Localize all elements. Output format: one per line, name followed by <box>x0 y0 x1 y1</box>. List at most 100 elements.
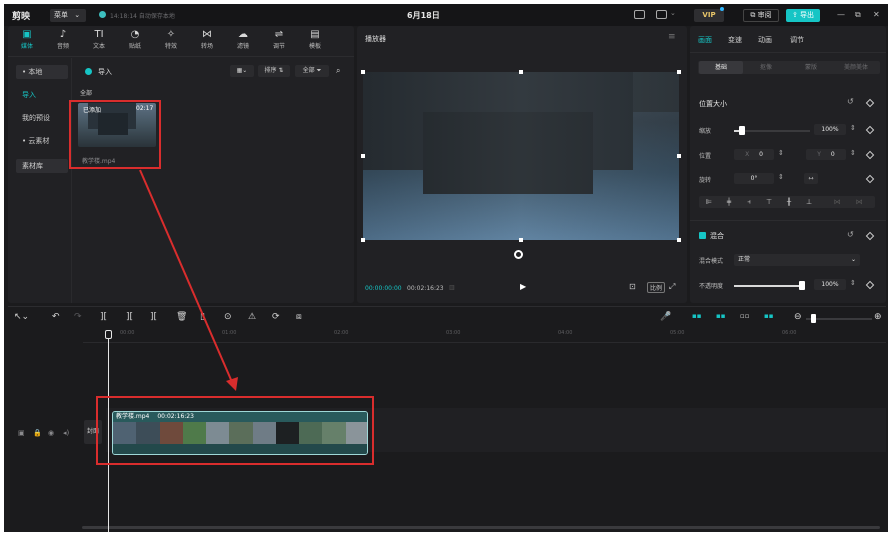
tab-audio[interactable]: ♪ 音频 <box>46 29 80 50</box>
export-button[interactable]: ⇪ 导出 <box>786 9 820 22</box>
video-preview[interactable] <box>363 72 679 240</box>
reset-icon[interactable]: ↺ <box>847 230 854 239</box>
tab-picture[interactable]: 画面 <box>698 35 712 45</box>
shortcut-icon[interactable] <box>634 10 645 19</box>
reset-icon[interactable]: ↺ <box>847 97 854 106</box>
menu-icon[interactable]: ≡ <box>668 32 676 42</box>
filter-button[interactable]: 全部 ⏷ <box>295 65 329 77</box>
sidebar-item-library[interactable]: 素材库 <box>16 159 68 173</box>
sort-button[interactable]: 排序 ⇅ <box>258 65 290 77</box>
scale-slider-knob[interactable] <box>739 126 745 135</box>
keyframe-icon[interactable] <box>865 231 875 241</box>
tab-filter[interactable]: ☁ 滤镜 <box>226 29 260 50</box>
stepper-icon[interactable]: ⇕ <box>778 149 784 157</box>
play-icon[interactable]: ▶ <box>520 282 526 291</box>
stepper-icon[interactable]: ⇕ <box>850 149 856 157</box>
freeze-icon[interactable]: ▯ <box>200 312 205 322</box>
distribute-h-icon[interactable]: ⋈ <box>829 196 845 208</box>
mirror-icon[interactable]: ⚠ <box>248 312 256 322</box>
keyframe-icon[interactable] <box>865 125 875 135</box>
position-x-field[interactable]: X 0 <box>734 149 774 160</box>
track-cover-icon[interactable]: ▣ <box>18 429 25 437</box>
review-button[interactable]: ⧉ 审阅 <box>743 9 779 22</box>
sidebar-item-my-presets[interactable]: 我的预设 <box>16 111 68 125</box>
trim-left-icon[interactable]: ][ <box>126 312 133 322</box>
tab-adjust[interactable]: ⇌ 调节 <box>262 29 296 50</box>
reverse-icon[interactable]: ⊙ <box>224 312 232 322</box>
grid-view-icon[interactable]: ▦⌄ <box>230 65 254 77</box>
subtab-beauty[interactable]: 美颜美体 <box>834 61 878 74</box>
align-bottom-icon[interactable]: ⊥ <box>801 196 817 208</box>
stepper-icon[interactable]: ⇕ <box>850 279 856 287</box>
opacity-slider-knob[interactable] <box>799 281 805 290</box>
keyframe-icon[interactable] <box>865 174 875 184</box>
subtab-mask[interactable]: 蒙版 <box>789 61 833 74</box>
linkage-icon[interactable]: ▫▫ <box>740 312 750 320</box>
stepper-icon[interactable]: ⇕ <box>778 173 784 181</box>
tab-speed[interactable]: 变速 <box>728 35 742 45</box>
flip-icon[interactable]: ⇿ <box>804 173 818 184</box>
close-icon[interactable]: ✕ <box>873 10 880 19</box>
tab-text[interactable]: TI 文本 <box>82 29 116 50</box>
split-icon[interactable]: ][ <box>100 312 107 322</box>
layout-chevron-icon[interactable]: ⌄ <box>670 9 676 17</box>
rotate-icon[interactable]: ⟳ <box>272 312 280 322</box>
preview-axis-icon[interactable]: ▪▪ <box>764 312 774 320</box>
tab-media[interactable]: ▣ 媒体 <box>10 29 44 50</box>
resize-handle[interactable] <box>519 238 523 242</box>
resize-handle[interactable] <box>519 70 523 74</box>
layout-icon[interactable] <box>656 10 667 19</box>
resize-handle[interactable] <box>361 70 365 74</box>
sidebar-item-cloud[interactable]: • 云素材 <box>16 134 68 148</box>
import-icon[interactable] <box>85 68 92 75</box>
stepper-icon[interactable]: ⇕ <box>850 124 856 132</box>
tab-animation[interactable]: 动画 <box>758 35 772 45</box>
zoom-slider-knob[interactable] <box>811 314 816 323</box>
blend-checkbox[interactable] <box>699 232 706 239</box>
undo-icon[interactable]: ↶ <box>52 312 60 322</box>
main-track-magnet-icon[interactable]: ▪▪ <box>692 312 702 320</box>
opacity-value[interactable]: 100% <box>814 279 846 290</box>
timecode-format-icon[interactable]: ▥ <box>449 284 455 291</box>
scale-value[interactable]: 100% <box>814 124 846 135</box>
fullscreen-icon[interactable]: ⤢ <box>669 282 675 292</box>
resize-handle[interactable] <box>361 154 365 158</box>
tab-adjust[interactable]: 调节 <box>790 35 804 45</box>
position-y-field[interactable]: Y 0 <box>806 149 846 160</box>
redo-icon[interactable]: ↷ <box>74 312 82 322</box>
vip-button[interactable]: VIP <box>694 9 724 22</box>
tab-effects[interactable]: ✧ 特效 <box>154 29 188 50</box>
align-left-icon[interactable]: ⊫ <box>701 196 717 208</box>
fit-screen-icon[interactable]: ⊡ <box>629 282 636 291</box>
speaker-icon[interactable]: ◂) <box>63 429 69 437</box>
maximize-icon[interactable]: ⧉ <box>855 10 861 20</box>
trim-right-icon[interactable]: ][ <box>150 312 157 322</box>
distribute-v-icon[interactable]: ⋈ <box>851 196 867 208</box>
menu-button[interactable]: 菜单 ⌄ <box>50 9 86 22</box>
horizontal-scrollbar[interactable] <box>82 526 880 529</box>
tab-template[interactable]: ▤ 模板 <box>298 29 332 50</box>
rotate-value[interactable]: 0° <box>734 173 774 184</box>
align-center-v-icon[interactable]: ╫ <box>781 196 797 208</box>
keyframe-icon[interactable] <box>865 150 875 160</box>
subtab-basic[interactable]: 基础 <box>699 61 743 74</box>
resize-handle[interactable] <box>677 154 681 158</box>
sidebar-item-local[interactable]: • 本地 <box>16 65 68 79</box>
crop-icon[interactable]: ⧈ <box>296 312 302 322</box>
resize-handle[interactable] <box>677 238 681 242</box>
keyframe-icon[interactable] <box>865 280 875 290</box>
ratio-button[interactable]: 比例 <box>647 282 666 293</box>
resize-handle[interactable] <box>361 238 365 242</box>
keyframe-icon[interactable] <box>865 98 875 108</box>
zoom-in-icon[interactable]: ⊕ <box>874 312 882 322</box>
rotate-handle-icon[interactable] <box>514 250 523 259</box>
sidebar-item-import[interactable]: 导入 <box>16 88 68 102</box>
auto-snap-icon[interactable]: ▪▪ <box>716 312 726 320</box>
delete-icon[interactable]: 🗑 <box>176 312 187 322</box>
microphone-icon[interactable]: 🎤 <box>660 312 671 322</box>
select-cursor-icon[interactable]: ↖⌄ <box>14 312 29 322</box>
align-right-icon[interactable]: ⫞ <box>741 196 757 208</box>
subtab-cutout[interactable]: 抠像 <box>744 61 788 74</box>
eye-icon[interactable]: ◉ <box>48 429 54 437</box>
tab-sticker[interactable]: ◔ 贴纸 <box>118 29 152 50</box>
